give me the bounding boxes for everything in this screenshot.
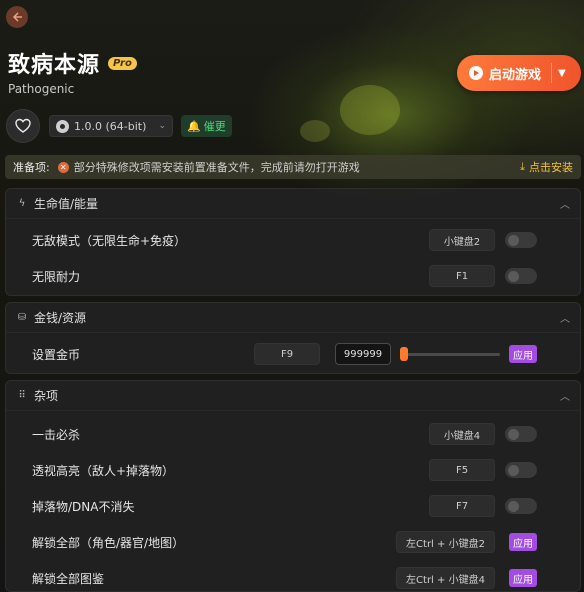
version-select[interactable]: 1.0.0 (64-bit) ⌄ [49, 115, 173, 137]
section-misc: ⠿ 杂项 ︿ 一击必杀 小键盘4 透视高亮（敌人+掉落物） F5 掉落物/DNA… [5, 380, 581, 592]
cheat-row: 设置金币 F9 999999 应用 [6, 336, 580, 372]
title-row: 致病本源 Pro [8, 47, 137, 79]
section-money: ⛁ 金钱/资源 ︿ 设置金币 F9 999999 应用 [5, 302, 581, 374]
chevron-up-icon[interactable]: ︿ [560, 196, 570, 211]
cheat-label: 透视高亮（敌人+掉落物） [32, 463, 175, 478]
section-health: ϟ 生命值/能量 ︿ 无敌模式（无限生命+免疫） 小键盘2 无限耐力 F1 [5, 188, 581, 296]
apply-button[interactable]: 应用 [509, 569, 537, 587]
chevron-up-icon[interactable]: ︿ [560, 310, 570, 325]
gold-slider-track[interactable] [404, 352, 500, 356]
cheat-row: 解锁全部图鉴 左Ctrl + 小键盘4 应用 [6, 560, 580, 592]
hotkey-box[interactable]: F5 [429, 459, 495, 481]
prep-label: 准备项: [13, 161, 50, 174]
prep-bar: 准备项: ✕ 部分特殊修改项需安装前置准备文件，完成前请勿打开游戏 ⤓ 点击安装 [5, 155, 581, 179]
hotkey-box[interactable]: F1 [429, 265, 495, 287]
warning-icon: ✕ [57, 161, 69, 173]
cheat-toggle[interactable] [505, 232, 537, 248]
cheat-row: 掉落物/DNA不消失 F7 [6, 488, 580, 524]
cheat-label: 一击必杀 [32, 427, 81, 442]
lightning-icon: ϟ [18, 198, 26, 209]
cheat-row: 无限耐力 F1 [6, 258, 580, 294]
chevron-down-icon: ⌄ [158, 121, 166, 131]
request-update-label: 催更 [203, 120, 226, 133]
apply-button[interactable]: 应用 [509, 345, 537, 363]
background-art [340, 85, 400, 135]
launch-game-button[interactable]: 启动游戏 ▼ [457, 55, 581, 91]
gold-slider-thumb[interactable] [400, 347, 408, 361]
cheat-row: 解锁全部（角色/器官/地图） 左Ctrl + 小键盘2 应用 [6, 524, 580, 560]
cheat-row: 无敌模式（无限生命+免疫） 小键盘2 [6, 222, 580, 258]
hotkey-box[interactable]: 小键盘4 [429, 423, 495, 445]
bell-icon: 🔔 [187, 119, 201, 133]
arrow-left-icon [12, 12, 22, 22]
cheat-row: 透视高亮（敌人+掉落物） F5 [6, 452, 580, 488]
request-update-button[interactable]: 🔔 催更 [181, 115, 232, 137]
game-title: 致病本源 [8, 53, 101, 78]
cheat-label: 掉落物/DNA不消失 [32, 499, 135, 514]
background-art [300, 120, 330, 142]
cheat-toggle[interactable] [505, 462, 537, 478]
launch-divider [551, 63, 553, 83]
gold-value-input[interactable]: 999999 [335, 343, 391, 365]
cheat-toggle[interactable] [505, 498, 537, 514]
cheat-label: 无限耐力 [32, 269, 81, 284]
cheat-toggle[interactable] [505, 426, 537, 442]
cheat-label: 设置金币 [32, 347, 81, 362]
back-button[interactable] [6, 6, 28, 28]
section-health-header[interactable]: ϟ 生命值/能量 ︿ [6, 189, 580, 219]
chevron-down-icon[interactable]: ▼ [558, 68, 566, 79]
apply-button[interactable]: 应用 [509, 533, 537, 551]
install-link[interactable]: ⤓ 点击安装 [520, 159, 573, 175]
section-title: 生命值/能量 [34, 197, 99, 211]
download-icon: ⤓ [520, 160, 525, 173]
money-bag-icon: ⛁ [17, 312, 27, 323]
cheat-label: 无敌模式（无限生命+免疫） [32, 233, 187, 248]
heart-icon [15, 118, 31, 133]
game-subtitle: Pathogenic [8, 82, 75, 96]
cheat-label: 解锁全部（角色/器官/地图） [32, 535, 185, 550]
hotkey-box[interactable]: 小键盘2 [429, 229, 495, 251]
play-icon [469, 66, 483, 80]
launch-game-label: 启动游戏 [489, 67, 542, 83]
steam-icon [56, 119, 69, 133]
grid-icon: ⠿ [18, 390, 26, 401]
hotkey-box[interactable]: 左Ctrl + 小键盘4 [396, 567, 495, 589]
pro-badge: Pro [108, 56, 137, 70]
hotkey-box[interactable]: F9 [254, 343, 320, 365]
section-money-header[interactable]: ⛁ 金钱/资源 ︿ [6, 303, 580, 333]
hotkey-box[interactable]: 左Ctrl + 小键盘2 [396, 531, 495, 553]
cheat-label: 解锁全部图鉴 [32, 571, 105, 586]
cheat-row: 一击必杀 小键盘4 [6, 416, 580, 452]
hotkey-box[interactable]: F7 [429, 495, 495, 517]
version-value: 1.0.0 (64-bit) [74, 119, 147, 133]
chevron-up-icon[interactable]: ︿ [560, 388, 570, 403]
install-label: 点击安装 [529, 161, 573, 174]
favorite-button[interactable] [6, 109, 40, 143]
section-title: 金钱/资源 [34, 311, 87, 325]
prep-text: 部分特殊修改项需安装前置准备文件，完成前请勿打开游戏 [73, 161, 360, 174]
section-title: 杂项 [34, 389, 59, 403]
section-misc-header[interactable]: ⠿ 杂项 ︿ [6, 381, 580, 411]
cheat-toggle[interactable] [505, 268, 537, 284]
